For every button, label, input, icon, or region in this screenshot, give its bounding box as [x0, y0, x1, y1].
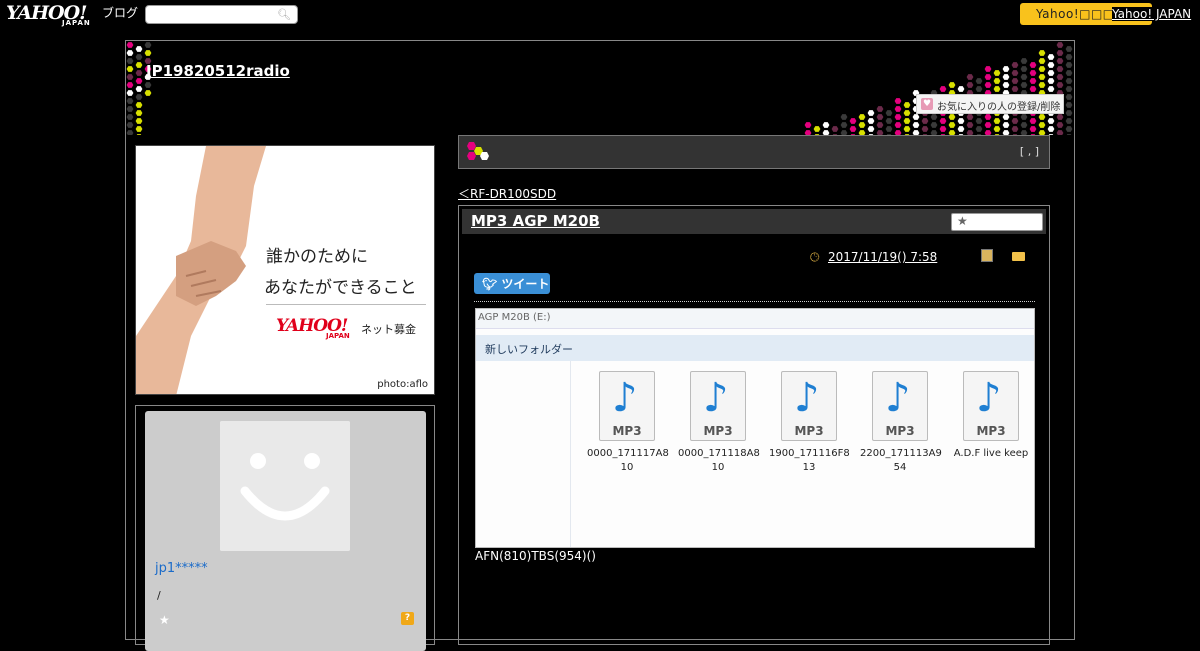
previous-article-link[interactable]: ＜RF-DR100SDD [458, 185, 556, 202]
blog-title[interactable]: JP19820512radio [146, 62, 290, 80]
category-header-bar: [ , ] [458, 135, 1050, 169]
heart-icon: ♥ [921, 98, 933, 110]
clock-icon: 🕒︎ [810, 250, 820, 264]
article-title[interactable]: MP3 AGP M20B [471, 212, 600, 230]
search-icon[interactable]: 🔍︎ [277, 8, 291, 21]
tweet-button[interactable]: 🐦︎ ツイート [474, 273, 550, 294]
decoration-hexagons-right [804, 42, 1073, 135]
ad-headline-line1: 誰かのために [266, 247, 368, 267]
favorite-label: お気に入りの人の登録/削除 [937, 102, 1061, 113]
search-input[interactable]: 🔍︎ [145, 5, 298, 24]
blog-service-label[interactable]: ブログ [102, 4, 138, 21]
book-icon[interactable] [981, 249, 993, 262]
decoration-hexagons-left [126, 42, 152, 135]
profile-card: jp1***** / ★ ? [145, 411, 426, 651]
star-icon: ★ [957, 214, 968, 228]
yahoo-logo-sub: JAPAN [62, 19, 91, 27]
mp3-file-2: ♪ MP3 0000_171118A8 10 [678, 371, 760, 475]
mp3-file-4: ♪ MP3 2200_171113A9 54 [860, 371, 942, 475]
twitter-bird-icon: 🐦︎ [482, 277, 498, 291]
mp3-file-icon: ♪ MP3 [690, 371, 746, 441]
star-icon[interactable]: ★ [159, 613, 170, 627]
header-brackets: [ , ] [1019, 145, 1039, 158]
ad-net-donation-label: ネット募金 [361, 323, 416, 336]
tweet-label: ツイート [501, 277, 550, 291]
folder-icon[interactable] [1012, 252, 1025, 261]
explorer-toolbar: 新しいフォルダー [476, 335, 1034, 361]
mp3-file-1: ♪ MP3 0000_171117A8 10 [587, 371, 669, 475]
help-icon[interactable]: ? [401, 612, 414, 625]
ad-divider [266, 304, 426, 305]
explorer-address-bar: AGP M20B (E:) [476, 309, 1034, 329]
mp3-file-3: ♪ MP3 1900_171116F8 13 [769, 371, 850, 475]
article: MP3 AGP M20B ★ 🕒︎ 2017/11/19() 7:58 🐦︎ ツ… [458, 205, 1050, 645]
hexagon-icon [467, 142, 489, 160]
article-divider [474, 301, 1035, 302]
star-rating-button[interactable]: ★ [951, 213, 1043, 231]
mp3-file-icon: ♪ MP3 [599, 371, 655, 441]
yahoo-japan-link[interactable]: Yahoo! JAPAN [1112, 7, 1192, 21]
profile-box: jp1***** / ★ ? [135, 405, 435, 651]
article-screenshot-image: AGP M20B (E:) 新しいフォルダー ♪ MP3 0000_171117A… [475, 308, 1035, 548]
top-bar: YAHOO! JAPAN ブログ 🔍︎ Yahoo!□□□□ Yahoo! JA… [0, 0, 1200, 30]
mp3-file-icon: ♪ MP3 [781, 371, 837, 441]
article-title-bar: MP3 AGP M20B ★ [462, 209, 1046, 234]
avatar[interactable] [220, 421, 350, 551]
profile-username[interactable]: jp1***** [155, 561, 208, 576]
mp3-file-icon: ♪ MP3 [872, 371, 928, 441]
mp3-file-icon: ♪ MP3 [963, 371, 1019, 441]
profile-stats: / [157, 589, 161, 602]
article-caption: AFN(810)TBS(954)() [475, 549, 596, 563]
mp3-file-5: ♪ MP3 A.D.F live keep [951, 371, 1031, 461]
favorite-toggle-button[interactable]: ♥ お気に入りの人の登録/削除 [916, 94, 1064, 114]
ad-yahoo-logo-sub: JAPAN [326, 332, 350, 340]
ad-banner[interactable]: 誰かのために あなたができること YAHOO! JAPAN ネット募金 phot… [135, 145, 435, 395]
article-date[interactable]: 2017/11/19() 7:58 [828, 250, 937, 264]
ad-photo-credit: photo:aflo [377, 379, 428, 390]
hands-image [136, 146, 266, 394]
ad-headline-line2: あなたができること [264, 278, 417, 298]
explorer-nav-divider [570, 361, 571, 547]
